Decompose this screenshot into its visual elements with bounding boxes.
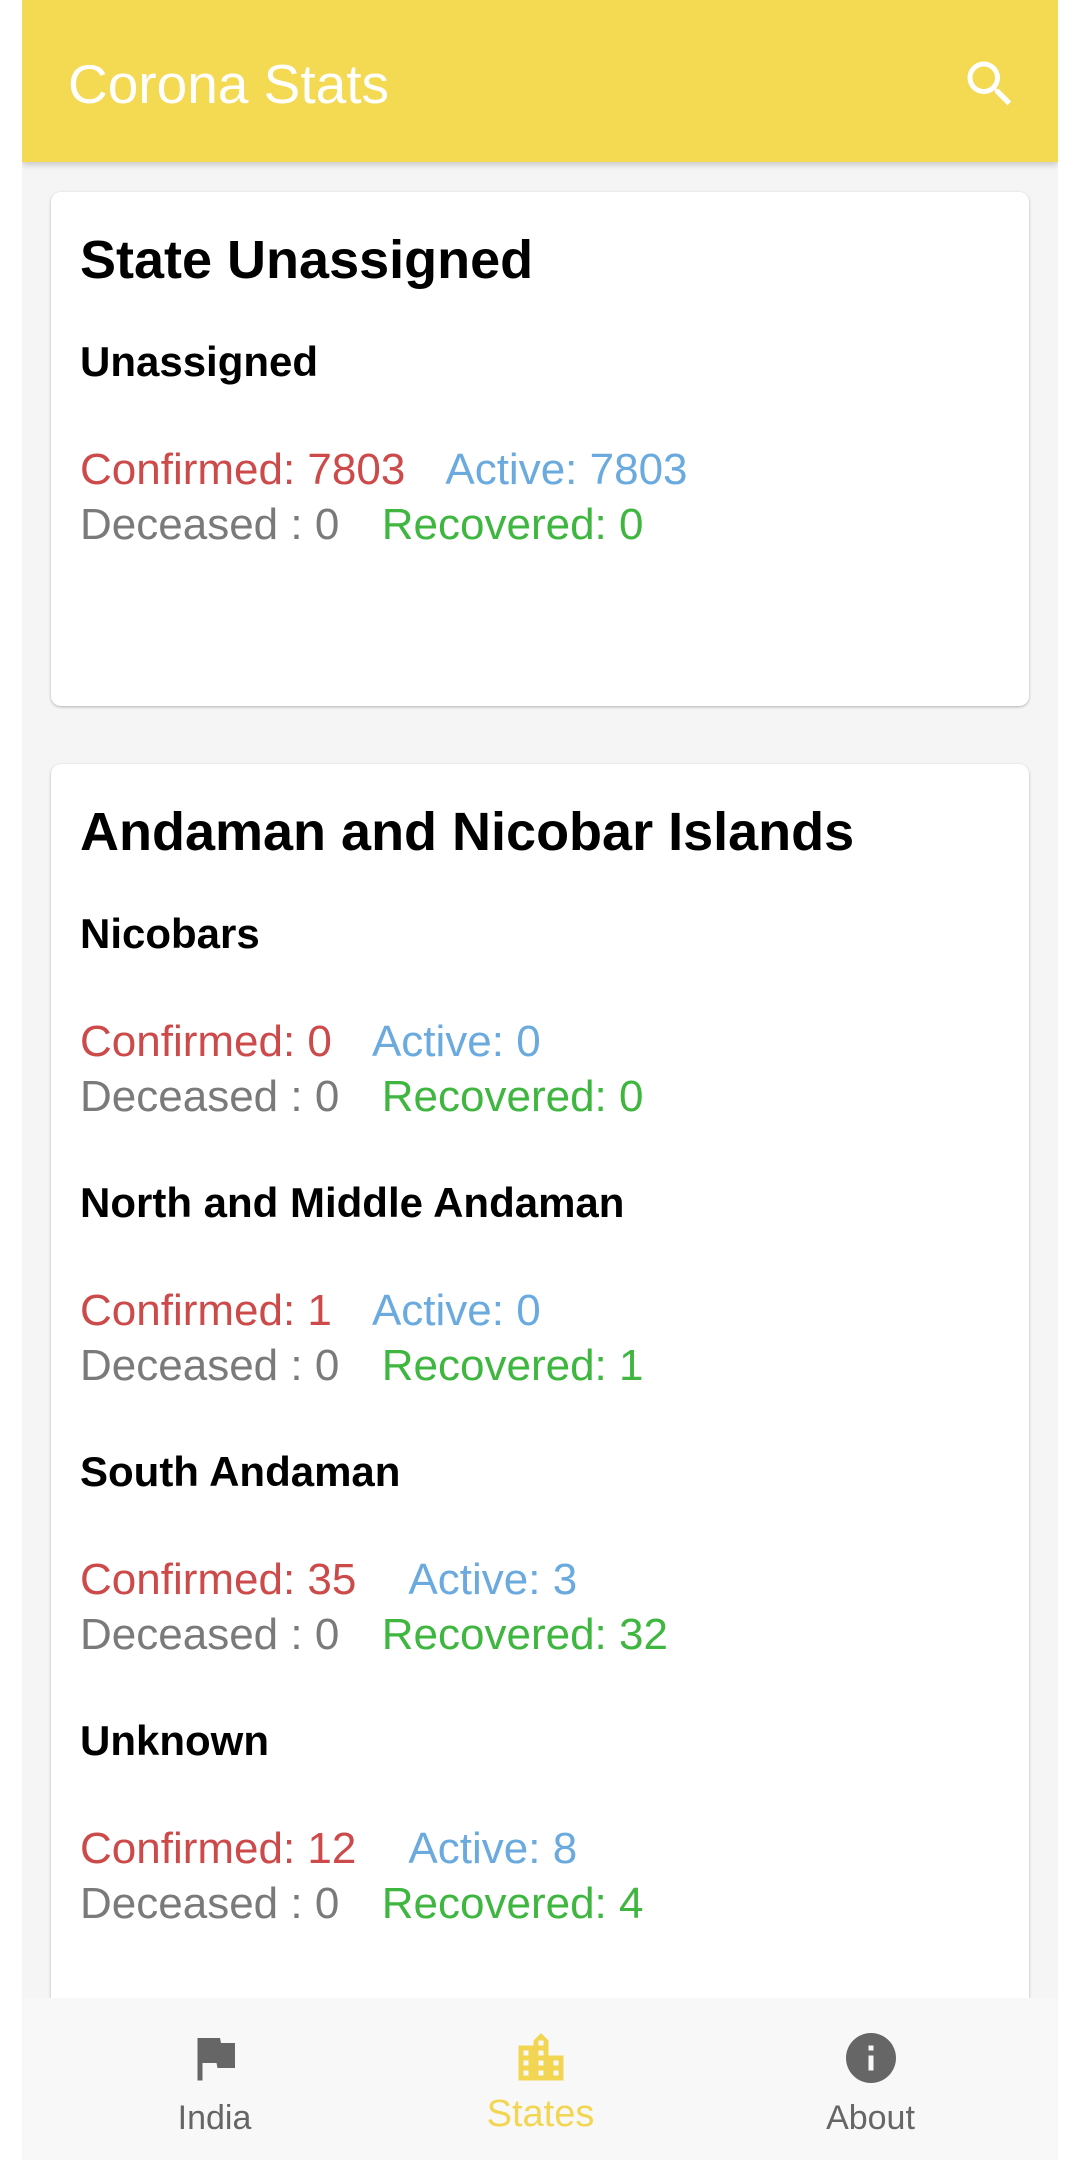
deceased-label: Deceased : [80,500,303,549]
active-label: Active: [371,1017,504,1066]
confirmed-label: Confirmed: [80,1017,296,1066]
district-stats: Confirmed: 7803 Active: 7803 Deceased : … [80,442,1000,552]
district-block: Nicobars Confirmed: 0 Active: 0 Deceased… [80,908,1000,1124]
confirmed-value: 7803 [307,445,406,494]
active-label: Active: [445,445,578,494]
recovered-label: Recovered: [381,1341,607,1390]
nav-item-india[interactable]: India [42,1998,387,2160]
state-card[interactable]: Andaman and Nicobar Islands Nicobars Con… [51,764,1029,1998]
confirmed-value: 1 [307,1286,332,1335]
district-name: North and Middle Andaman [80,1179,625,1226]
district-name: Nicobars [80,910,260,957]
deceased-label: Deceased : [80,1072,303,1121]
app-title: Corona Stats [68,53,390,115]
deceased-value: 0 [314,1879,340,1928]
state-title: State Unassigned [80,230,534,290]
recovered-value: 32 [619,1610,668,1659]
district-name: Unassigned [80,338,319,385]
deceased-value: 0 [314,500,340,549]
nav-label-about: About [826,2099,915,2137]
app-bar: Corona Stats [22,0,1058,162]
deceased-value: 0 [314,1072,340,1121]
confirmed-label: Confirmed: [80,1555,296,1604]
district-stats: Confirmed: 0 Active: 0 Deceased : 0 Reco… [80,1014,1000,1124]
active-value: 0 [516,1017,541,1066]
active-label: Active: [408,1824,541,1873]
district-block: North and Middle Andaman Confirmed: 1 Ac… [80,1177,1000,1393]
deceased-label: Deceased : [80,1610,303,1659]
recovered-value: 0 [619,1072,644,1121]
app-screen: Corona Stats State Unassigned Unassigned… [22,0,1058,2160]
deceased-label: Deceased : [80,1341,303,1390]
recovered-label: Recovered: [381,500,607,549]
recovered-value: 0 [619,500,644,549]
confirmed-value: 0 [307,1017,332,1066]
recovered-label: Recovered: [381,1879,607,1928]
district-block: South Andaman Confirmed: 35 Active: 3 De… [80,1446,1000,1662]
district-stats: Confirmed: 12 Active: 8 Deceased : 0 Rec… [80,1821,1000,1931]
state-card[interactable]: State Unassigned Unassigned Confirmed: 7… [51,192,1029,706]
confirmed-label: Confirmed: [80,1824,296,1873]
district-block: Unknown Confirmed: 12 Active: 8 Deceased… [80,1715,1000,1931]
district-stats: Confirmed: 1 Active: 0 Deceased : 0 Reco… [80,1283,1000,1393]
search-icon [967,61,1012,106]
deceased-value: 0 [314,1341,340,1390]
bottom-navigation: India States About [22,1998,1058,2160]
active-value: 7803 [589,445,688,494]
confirmed-label: Confirmed: [80,445,296,494]
recovered-value: 1 [619,1341,644,1390]
states-list[interactable]: State Unassigned Unassigned Confirmed: 7… [22,162,1058,1998]
district-name: Unknown [80,1717,269,1764]
district-block: Unassigned Confirmed: 7803 Active: 7803 … [80,336,1000,552]
nav-label-states: States [486,2093,595,2135]
info-icon [841,2028,901,2088]
active-value: 8 [552,1824,578,1873]
deceased-label: Deceased : [80,1879,303,1928]
district-stats: Confirmed: 35 Active: 3 Deceased : 0 Rec… [80,1552,1000,1662]
search-button[interactable] [960,54,1020,114]
confirmed-value: 12 [307,1824,357,1873]
active-value: 0 [516,1286,541,1335]
city-icon [511,2028,571,2088]
recovered-value: 4 [619,1879,644,1928]
confirmed-value: 35 [307,1555,357,1604]
recovered-label: Recovered: [381,1072,607,1121]
active-label: Active: [408,1555,541,1604]
confirmed-label: Confirmed: [80,1286,296,1335]
district-name: South Andaman [80,1448,401,1495]
nav-item-states[interactable]: States [368,1998,713,2160]
active-value: 3 [552,1555,578,1604]
deceased-value: 0 [314,1610,340,1659]
recovered-label: Recovered: [381,1610,607,1659]
active-label: Active: [371,1286,504,1335]
nav-label-india: India [177,2099,252,2137]
nav-item-about[interactable]: About [698,1998,1043,2160]
state-title: Andaman and Nicobar Islands [80,802,855,862]
flag-icon [185,2028,245,2088]
